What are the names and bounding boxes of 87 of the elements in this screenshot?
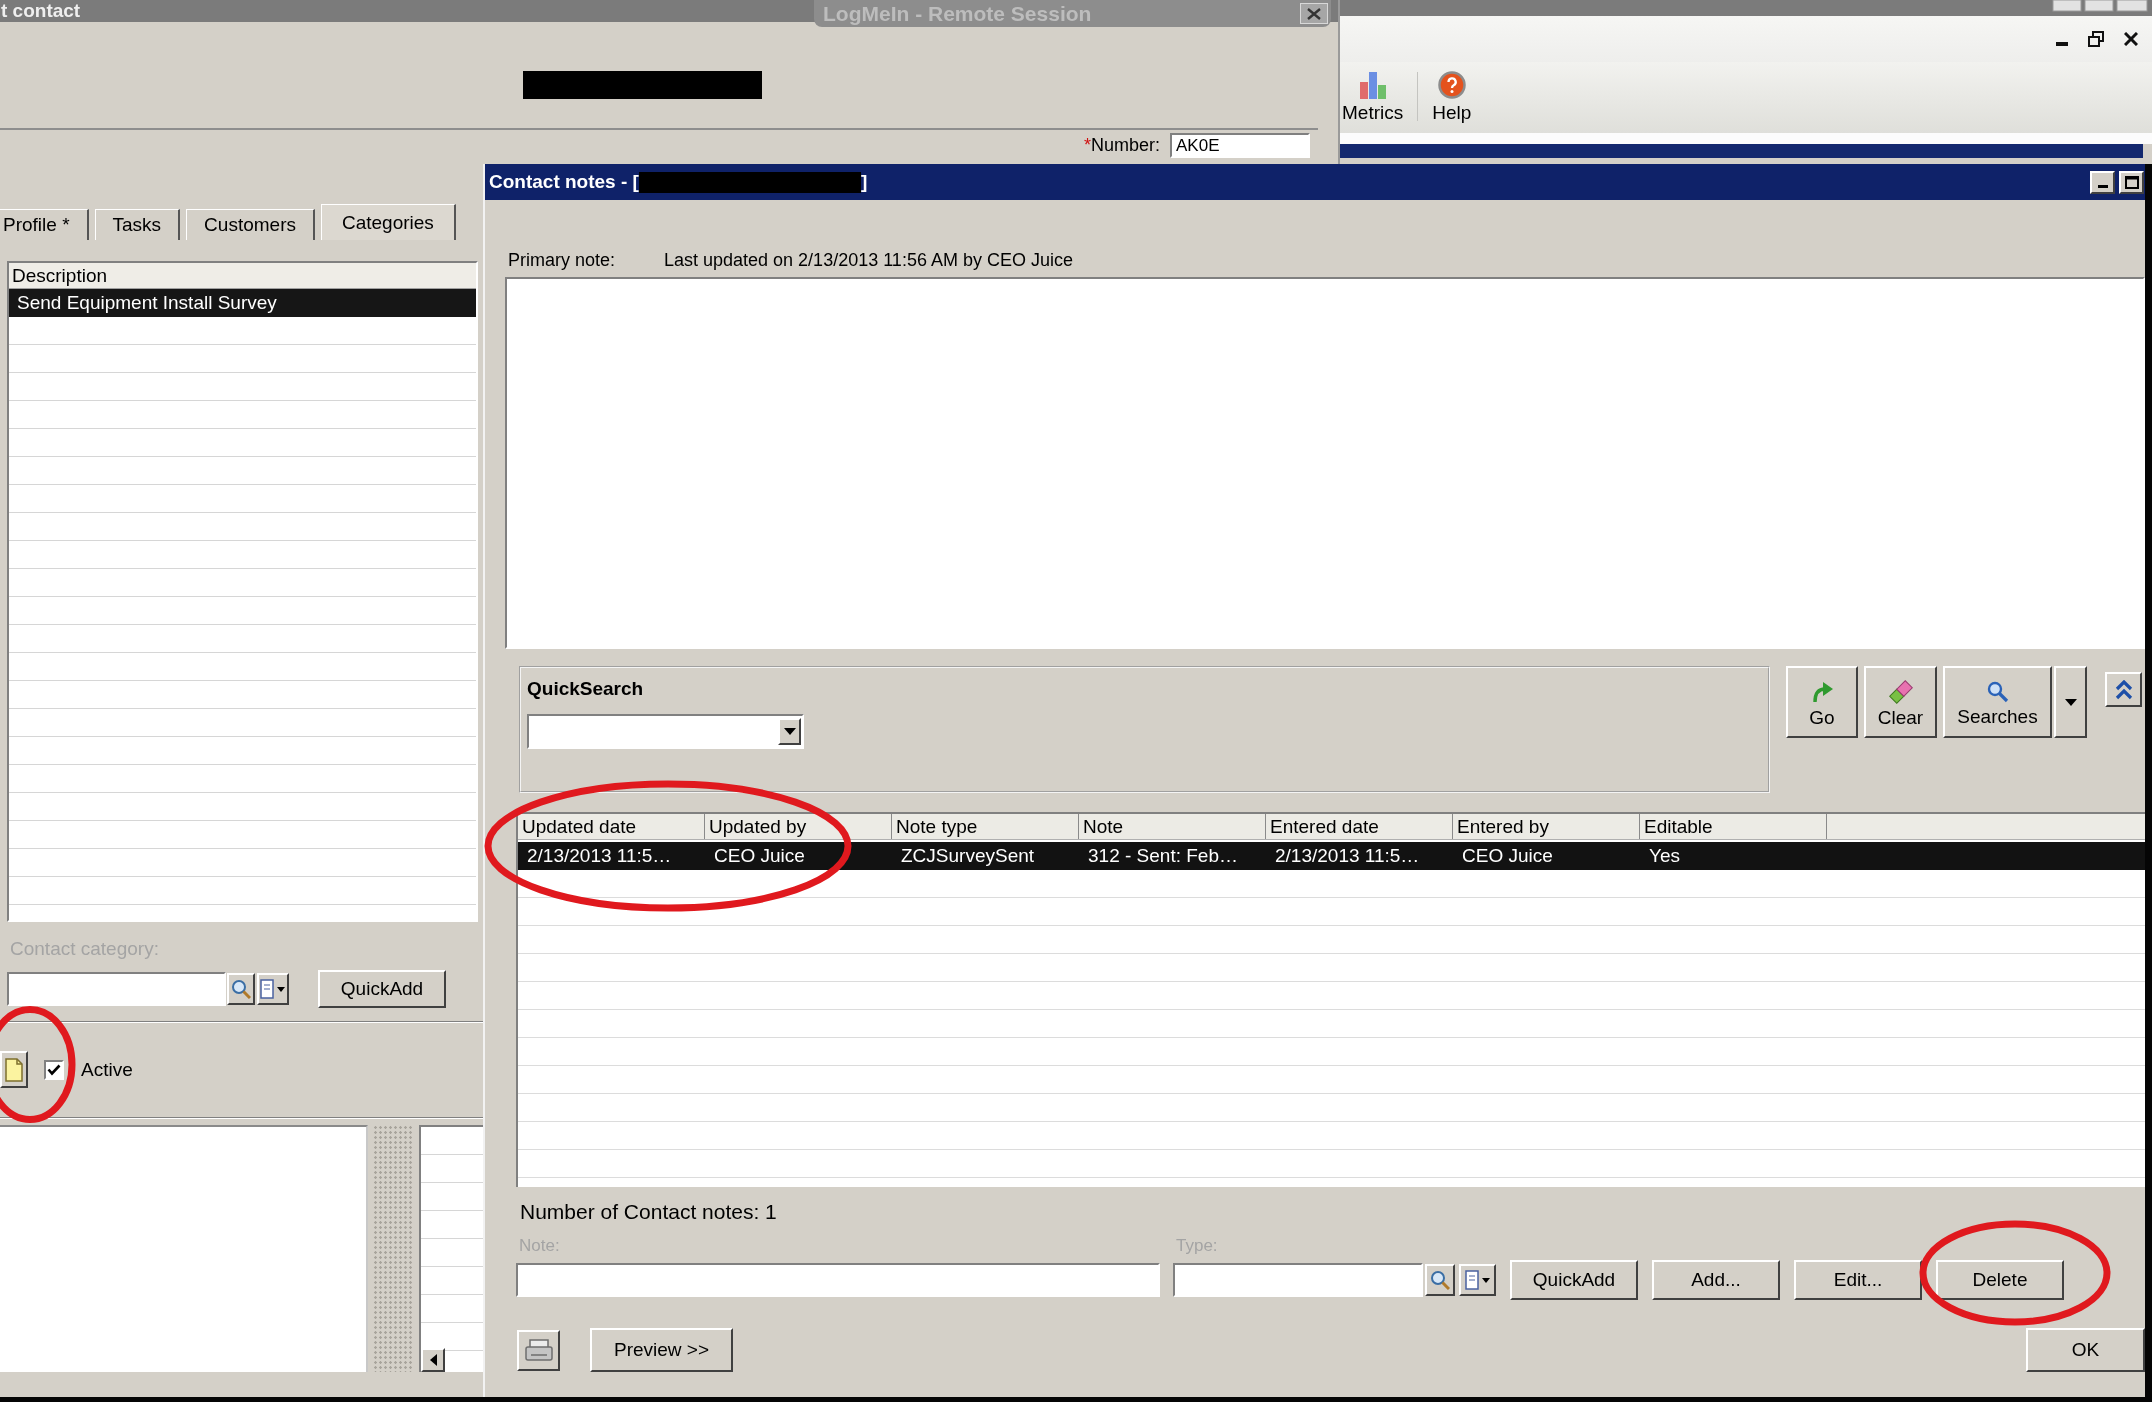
update-info: Last updated on 2/13/2013 11:56 AM by CEO Juice [664, 249, 1073, 271]
search-combo-box[interactable] [527, 714, 804, 749]
help-icon [1437, 71, 1466, 99]
collapse-button[interactable] [2105, 672, 2142, 707]
required-mark: * [1083, 135, 1091, 156]
table-cell-text: Yes [1648, 844, 1681, 868]
list-item[interactable]: Send Equipment Install Survey [9, 289, 476, 317]
search-button[interactable] [227, 973, 255, 1005]
table-cell-text: ZCJSurveySent [900, 844, 1036, 868]
caret-icon [2064, 698, 2077, 706]
bar-chart-icon [1358, 71, 1387, 99]
table-row[interactable]: 2/13/2013 11:5… CEO Juice ZCJSurveySent 312 - Sent: Feb… 2/13/2013 11:5… CEO Juice Yes [518, 842, 2145, 870]
dropdown-button[interactable] [778, 718, 801, 745]
restore-button[interactable] [2086, 29, 2106, 49]
note-field[interactable] [516, 1263, 1160, 1297]
scroll-left-button[interactable] [421, 1348, 445, 1372]
restore-icon [2088, 31, 2104, 47]
column-header[interactable]: Entered by [1453, 814, 1640, 839]
checkbox[interactable] [44, 1059, 64, 1080]
field-label: Number: [1090, 135, 1160, 156]
window-title: t contact [0, 0, 81, 22]
maximize-icon [2124, 175, 2139, 189]
table-cell-text: 312 - Sent: Feb… [1087, 844, 1239, 868]
caret-icon [783, 728, 796, 735]
clear-button[interactable]: Clear [1864, 666, 1937, 738]
column-header[interactable]: Updated date [518, 814, 705, 839]
curved-arrow-icon [1810, 679, 1834, 704]
table-cell-text: CEO Juice [713, 844, 806, 868]
table-cell-text: 2/13/2013 11:5… [526, 844, 673, 868]
quickadd-button[interactable]: QuickAdd [318, 970, 446, 1008]
search-button[interactable] [1425, 1264, 1455, 1296]
column-header[interactable]: Updated by [705, 814, 892, 839]
table-cell-text: 2/13/2013 11:5… [1274, 844, 1421, 868]
double-chevron-up-icon [2114, 679, 2133, 700]
field-label: Primary note: [508, 249, 617, 271]
window-title: Contact notes - [ [489, 171, 639, 193]
action-button[interactable]: Edit... [1794, 1260, 1922, 1300]
number-field[interactable]: AK0E [1170, 133, 1310, 158]
maximize-button[interactable] [2119, 170, 2144, 194]
action-button[interactable]: QuickAdd [1510, 1260, 1638, 1300]
printer-icon [524, 1339, 553, 1361]
document-dropdown-button[interactable] [257, 973, 289, 1005]
splitter-handle[interactable] [373, 1125, 412, 1372]
ok-button[interactable]: OK [2026, 1328, 2145, 1372]
record-count: Number of Contact notes: 1 [520, 1200, 777, 1224]
column-header[interactable]: Note type [892, 814, 1079, 839]
title-bracket: ] [860, 171, 868, 193]
action-button[interactable]: Add... [1652, 1260, 1780, 1300]
note-button[interactable] [0, 1051, 28, 1088]
dropdown-button[interactable] [2054, 666, 2087, 738]
note-icon [5, 1057, 23, 1082]
document-dropdown-button[interactable] [1459, 1264, 1496, 1296]
search-icon [1986, 680, 2009, 703]
column-header[interactable]: Entered date [1266, 814, 1453, 839]
column-header[interactable]: Description [9, 263, 476, 289]
close-icon [2124, 32, 2138, 46]
toolbar-button[interactable]: Help [1430, 62, 1474, 133]
tab[interactable]: Categories [320, 204, 456, 240]
tick-icon [47, 1063, 61, 1076]
close-icon [1307, 7, 1321, 20]
column-header[interactable]: Note [1079, 814, 1266, 839]
tab[interactable]: Profile * [0, 209, 89, 240]
minimize-button[interactable] [2090, 170, 2115, 194]
table-cell-text: CEO Juice [1461, 844, 1554, 868]
preview-button[interactable]: Preview >> [590, 1328, 733, 1372]
close-button[interactable] [2122, 30, 2140, 48]
search-icon [1430, 1270, 1450, 1290]
tab[interactable]: Customers [186, 209, 315, 240]
caret-left-icon [429, 1354, 437, 1366]
searches-button[interactable]: Searches [1943, 666, 2052, 738]
window-controls-icon [2052, 0, 2148, 12]
tab[interactable]: Tasks [94, 209, 181, 240]
category-field[interactable] [7, 972, 226, 1006]
print-button[interactable] [517, 1329, 560, 1371]
action-button[interactable]: Delete [1936, 1260, 2064, 1300]
type-field[interactable] [1173, 1263, 1423, 1297]
document-caret-icon [1464, 1270, 1491, 1290]
search-icon [231, 979, 251, 999]
minimize-icon [2056, 42, 2068, 46]
group-label: QuickSearch [527, 678, 645, 700]
checkbox-label: Active [81, 1058, 133, 1081]
go-button[interactable]: Go [1786, 666, 1858, 738]
document-caret-icon [260, 979, 286, 999]
toolbar-button[interactable]: Metrics [1340, 62, 1406, 133]
close-button[interactable] [1300, 3, 1328, 24]
eraser-icon [1888, 679, 1913, 704]
minimize-icon [2097, 184, 2108, 188]
